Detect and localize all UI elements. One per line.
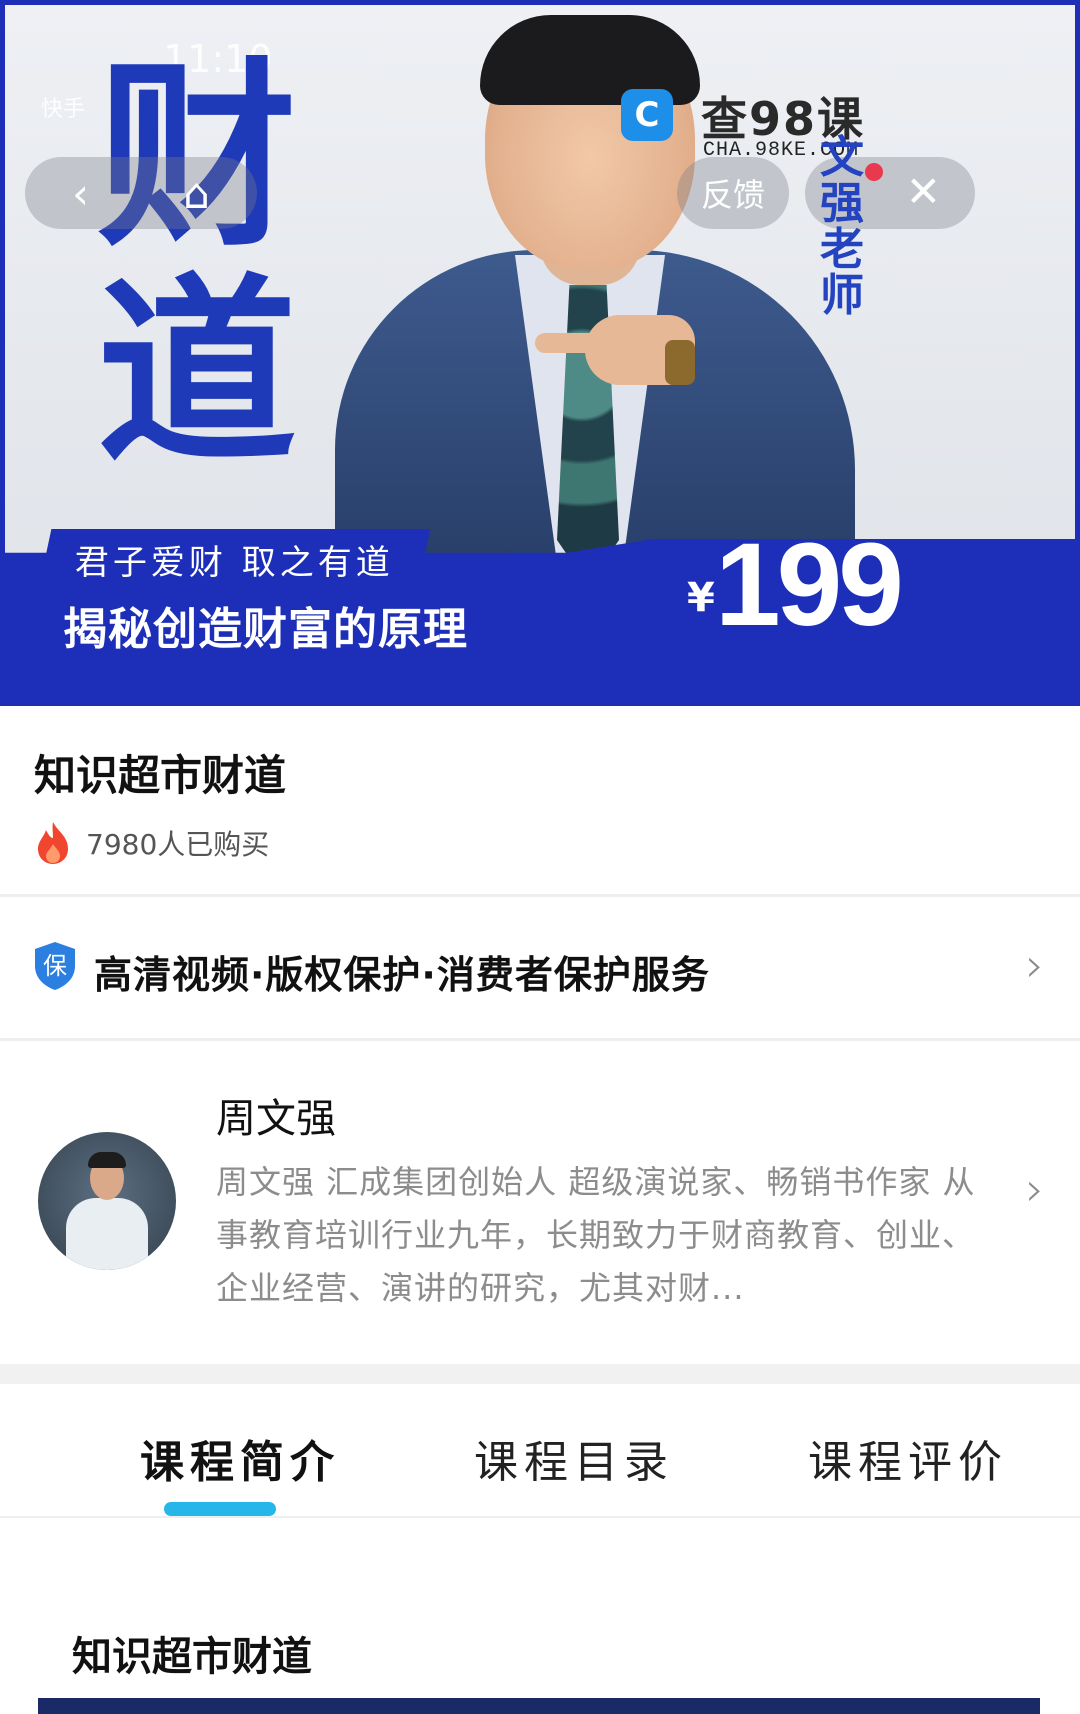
close-icon[interactable]: ✕ [906, 167, 941, 216]
cover-price: 199 [715, 519, 904, 651]
cover-char-2: 道 [97, 255, 298, 490]
tab-intro[interactable]: 课程简介 [140, 1426, 340, 1490]
course-tabs: 课程简介 课程目录 课程评价 [0, 1384, 1080, 1516]
service-guarantee-row[interactable]: 保 高清视频·版权保护·消费者保护服务 › [0, 898, 1080, 1038]
teacher-bio: 周文强 汇成集团创始人 超级演说家、畅销书作家 从事教育培训行业九年，长期致力于… [216, 1163, 976, 1307]
chevron-right-icon: › [1025, 1162, 1044, 1216]
divider [0, 1038, 1080, 1041]
cover-headline: 揭秘创造财富的原理 [63, 604, 468, 655]
teacher-row[interactable]: 周文强 周文强 汇成集团创始人 超级演说家、畅销书作家 从事教育培训行业九年，长… [0, 1042, 1080, 1364]
course-detail-page: 11:10 快手 财 道 ‹ ⌂ 反馈 ✕ C 查98课 CHA.98KE.CO… [0, 0, 1080, 1714]
shield-icon: 保 [35, 942, 75, 990]
home-icon[interactable]: ⌂ [183, 169, 210, 218]
course-title: 知识超市财道 [34, 751, 287, 800]
nav-controls: ‹ ⌂ [25, 157, 257, 229]
intro-title: 知识超市财道 [72, 1634, 312, 1680]
teacher-name: 周文强 [216, 1096, 336, 1142]
tab-catalog[interactable]: 课程目录 [474, 1426, 674, 1490]
cover-teacher-char: 师 [820, 270, 864, 321]
watermark-logo-icon: C [621, 89, 673, 141]
cover-teacher-char: 强 [820, 178, 864, 229]
cover-teacher-name: 文 强 老 师 [817, 135, 867, 319]
course-intro: 知识超市财道 [0, 1518, 1080, 1714]
tab-active-indicator [164, 1502, 276, 1516]
cover-price-symbol: ¥ [687, 575, 715, 621]
course-cover-banner: 11:10 快手 财 道 ‹ ⌂ 反馈 ✕ C 查98课 CHA.98KE.CO… [0, 0, 1080, 706]
service-text: 高清视频·版权保护·消费者保护服务 [94, 953, 710, 997]
notification-dot [865, 163, 883, 181]
cover-slogan-text: 君子爱财 取之有道 [75, 542, 394, 583]
divider [0, 894, 1080, 897]
tab-reviews[interactable]: 课程评价 [808, 1426, 1008, 1490]
section-gap [0, 1364, 1080, 1384]
feedback-button[interactable]: 反馈 [677, 157, 789, 229]
product-info: 知识超市财道 7980人已购买 [0, 706, 1080, 894]
avatar [38, 1132, 176, 1270]
chevron-right-icon: › [1025, 938, 1044, 992]
cover-teacher-char: 文 [820, 132, 864, 183]
buyers-text: 7980人已购买 [86, 828, 270, 861]
app-name: 快手 [41, 97, 86, 122]
fire-icon [38, 822, 68, 864]
cover-slogan: 君子爱财 取之有道 [38, 529, 431, 589]
cover-teacher-char: 老 [820, 224, 864, 275]
buyers-count: 7980人已购买 [34, 820, 269, 866]
back-icon[interactable]: ‹ [72, 169, 89, 218]
intro-image-top [38, 1698, 1040, 1714]
shield-badge-text: 保 [43, 952, 67, 980]
